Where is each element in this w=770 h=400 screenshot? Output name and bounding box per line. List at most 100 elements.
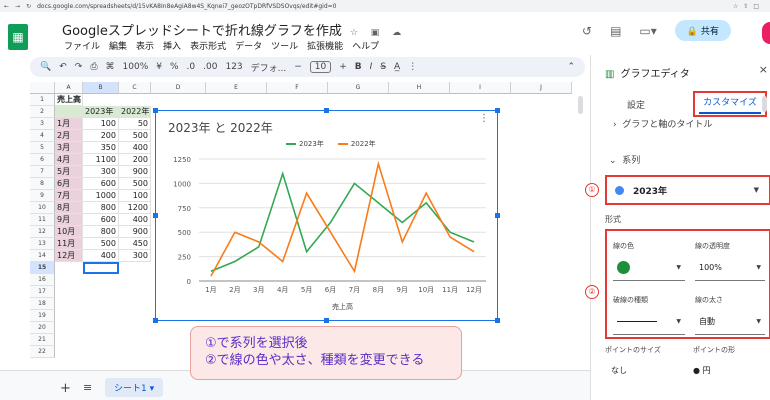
font-size-decrease-icon[interactable]: − — [294, 62, 302, 72]
zoom-select[interactable]: 100% — [123, 62, 149, 72]
menu-item[interactable]: データ — [235, 39, 262, 52]
resize-handle[interactable] — [495, 213, 500, 218]
cell[interactable]: 5月 — [55, 166, 83, 178]
collapse-icon[interactable]: ⌃ — [567, 62, 575, 72]
section-chart-axis-titles[interactable]: › グラフと軸のタイトル — [613, 117, 712, 130]
cell[interactable]: 3月 — [55, 142, 83, 154]
resize-handle[interactable] — [153, 318, 158, 323]
menu-item[interactable]: ツール — [271, 39, 298, 52]
menu-item[interactable]: 拡張機能 — [307, 39, 343, 52]
redo-icon[interactable]: ↷ — [75, 62, 83, 72]
panel-scrollbar[interactable] — [762, 96, 767, 112]
column-header[interactable]: G — [328, 82, 389, 94]
row-header[interactable]: 6 — [30, 154, 55, 166]
cell[interactable]: 900 — [119, 226, 151, 238]
cell[interactable]: 300 — [119, 250, 151, 262]
cell[interactable] — [55, 106, 83, 118]
grid-scrollbar[interactable] — [578, 96, 583, 114]
cell[interactable]: 800 — [83, 202, 119, 214]
undo-icon[interactable]: ↶ — [59, 62, 67, 72]
document-title[interactable]: Googleスプレッドシートで折れ線グラフを作成 — [62, 24, 342, 39]
cell[interactable]: 100 — [83, 118, 119, 130]
cell[interactable]: 900 — [119, 166, 151, 178]
menu-item[interactable]: ヘルプ — [352, 39, 379, 52]
strikethrough-icon[interactable]: S̶ — [380, 62, 386, 72]
row-header[interactable]: 17 — [30, 286, 55, 298]
row-header[interactable]: 8 — [30, 178, 55, 190]
increase-decimal-button[interactable]: .00 — [203, 62, 217, 72]
all-sheets-icon[interactable]: ≡ — [83, 381, 92, 394]
sheet-tab[interactable]: シート1 ▾ — [105, 378, 164, 397]
font-size-input[interactable]: 10 — [309, 61, 332, 73]
cell[interactable]: 2022年 — [119, 106, 151, 118]
cell[interactable]: 2月 — [55, 130, 83, 142]
resize-handle[interactable] — [495, 318, 500, 323]
cell[interactable]: 200 — [119, 154, 151, 166]
column-header[interactable]: J — [511, 82, 572, 94]
row-header[interactable]: 18 — [30, 298, 55, 310]
row-header[interactable]: 22 — [30, 346, 55, 358]
resize-handle[interactable] — [324, 108, 329, 113]
cell[interactable]: 売上高 — [55, 94, 83, 106]
line-width-select[interactable]: 自動 ▼ — [695, 309, 765, 335]
cell[interactable]: 500 — [119, 178, 151, 190]
text-color-icon[interactable]: A̲ — [394, 62, 400, 72]
point-size-select[interactable]: なし — [611, 365, 627, 376]
cell[interactable]: 500 — [83, 238, 119, 250]
resize-handle[interactable] — [153, 108, 158, 113]
forward-icon[interactable]: → — [15, 3, 20, 10]
row-header[interactable]: 7 — [30, 166, 55, 178]
cell[interactable]: 500 — [119, 130, 151, 142]
browser-address-bar[interactable]: ← → ↻ docs.google.com/spreadsheets/d/15v… — [0, 0, 770, 12]
print-icon[interactable]: ⎙ — [90, 62, 97, 72]
add-sheet-icon[interactable]: + — [60, 381, 71, 396]
series-select[interactable]: 2023年 ▼ — [605, 175, 770, 205]
column-header[interactable]: A — [55, 82, 83, 94]
cell[interactable]: 12月 — [55, 250, 83, 262]
cell[interactable]: 1200 — [119, 202, 151, 214]
line-color-select[interactable]: ▼ — [613, 255, 685, 281]
row-header[interactable]: 21 — [30, 334, 55, 346]
close-icon[interactable]: × — [759, 63, 768, 76]
row-header[interactable]: 14 — [30, 250, 55, 262]
cell[interactable]: 2023年 — [83, 106, 119, 118]
cell[interactable]: 1100 — [83, 154, 119, 166]
paint-format-icon[interactable]: ⌘ — [106, 62, 115, 72]
grid-corner[interactable] — [30, 82, 55, 94]
comment-icon[interactable]: ▤ — [610, 24, 621, 38]
history-icon[interactable]: ↺ — [582, 24, 592, 38]
row-header[interactable]: 12 — [30, 226, 55, 238]
menu-item[interactable]: 表示 — [136, 39, 154, 52]
row-header[interactable]: 9 — [30, 190, 55, 202]
menu-item[interactable]: 表示形式 — [190, 39, 226, 52]
menu-item[interactable]: 編集 — [109, 39, 127, 52]
cell[interactable]: 10月 — [55, 226, 83, 238]
column-header[interactable]: E — [206, 82, 267, 94]
row-header[interactable]: 13 — [30, 238, 55, 250]
number-format-button[interactable]: 123 — [225, 62, 242, 72]
url-text[interactable]: docs.google.com/spreadsheets/d/15vKA8In8… — [37, 3, 336, 10]
meet-icon[interactable]: ▭▾ — [639, 24, 656, 38]
row-header[interactable]: 3 — [30, 118, 55, 130]
cell[interactable]: 200 — [83, 130, 119, 142]
cell[interactable]: 800 — [83, 226, 119, 238]
row-header[interactable]: 15 — [30, 262, 55, 274]
row-header[interactable]: 19 — [30, 310, 55, 322]
cell[interactable]: 400 — [119, 214, 151, 226]
cell[interactable]: 400 — [119, 142, 151, 154]
column-header[interactable]: C — [119, 82, 151, 94]
line-chart[interactable]: 2023年 と 2022年 2023年 2022年 ⋮ 0 250 500 750 100… — [153, 108, 500, 323]
cell[interactable]: 100 — [119, 190, 151, 202]
line-opacity-select[interactable]: 100% ▼ — [695, 255, 765, 281]
decrease-decimal-button[interactable]: .0 — [187, 62, 196, 72]
back-icon[interactable]: ← — [4, 3, 9, 10]
menu-item[interactable]: ファイル — [64, 39, 100, 52]
row-header[interactable]: 16 — [30, 274, 55, 286]
selected-cell[interactable] — [83, 262, 119, 274]
column-header[interactable]: I — [450, 82, 511, 94]
share-button[interactable]: 🔒 共有 — [674, 20, 731, 41]
resize-handle[interactable] — [495, 108, 500, 113]
star-icon[interactable]: ☆ ▣ ☁ — [350, 28, 406, 38]
column-header[interactable]: D — [151, 82, 206, 94]
italic-button[interactable]: I — [370, 62, 373, 72]
